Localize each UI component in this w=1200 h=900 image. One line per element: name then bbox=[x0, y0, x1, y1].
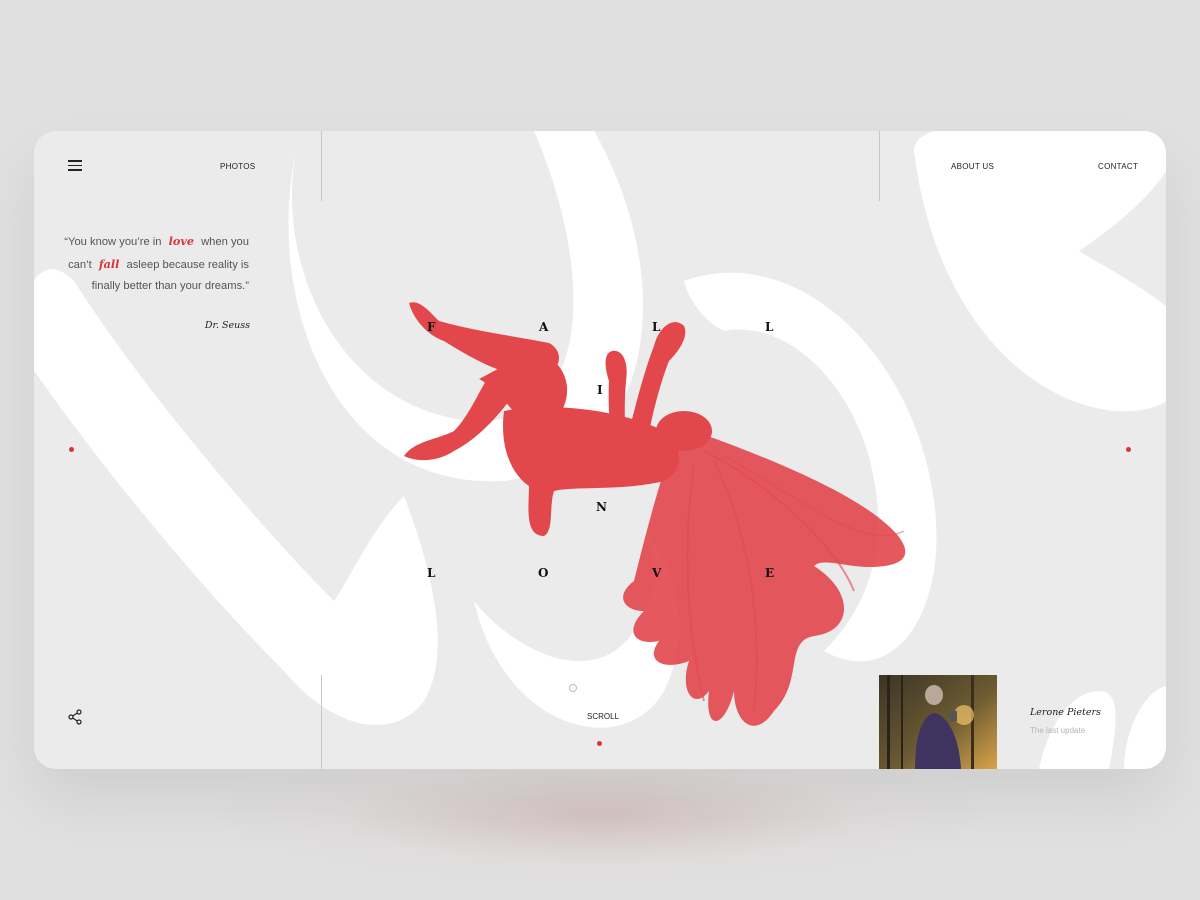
headline-letter-n: N bbox=[596, 500, 607, 514]
headline-letter-i: I bbox=[597, 383, 603, 397]
quote-highlight-love: love bbox=[168, 234, 194, 248]
quote-author: Dr. Seuss bbox=[204, 320, 250, 331]
quote-highlight-fall: fall bbox=[98, 256, 120, 271]
love-quote: “You know you’re in love when you can’t … bbox=[62, 231, 249, 298]
scroll-indicator-dot bbox=[597, 741, 602, 746]
headline-letter-f: F bbox=[427, 320, 436, 334]
scroll-ring-icon bbox=[569, 684, 577, 692]
hero-card: PHOTOS ABOUT US CONTACT “You know you’re… bbox=[34, 131, 1166, 769]
divider-top-left bbox=[321, 131, 322, 201]
divider-top-right bbox=[879, 131, 880, 201]
headline-letter-l3: L bbox=[427, 566, 436, 580]
nav-photos[interactable]: PHOTOS bbox=[220, 162, 255, 171]
headline-letter-o: O bbox=[538, 566, 549, 580]
right-indicator-dot bbox=[1126, 447, 1131, 452]
divider-bottom-left bbox=[321, 675, 322, 769]
headline-letter-l2: L bbox=[765, 320, 774, 334]
headline-letter-v: V bbox=[652, 566, 662, 580]
left-indicator-dot bbox=[69, 447, 74, 452]
share-icon[interactable] bbox=[68, 709, 82, 725]
scroll-label[interactable]: SCROLL bbox=[587, 712, 619, 721]
quote-text-1: “You know you’re in bbox=[64, 236, 162, 248]
headline-letter-e: E bbox=[765, 566, 775, 580]
featured-author-name: Lerone Pieters bbox=[1030, 707, 1101, 718]
falling-woman-illustration bbox=[404, 302, 906, 726]
hamburger-menu-icon[interactable] bbox=[68, 160, 82, 171]
headline-letter-l1: L bbox=[652, 320, 661, 334]
nav-contact[interactable]: CONTACT bbox=[1098, 162, 1138, 171]
headline-letter-a: A bbox=[539, 320, 549, 334]
nav-about-us[interactable]: ABOUT US bbox=[951, 162, 994, 171]
featured-photo-thumbnail[interactable] bbox=[879, 675, 997, 769]
featured-caption: The last update bbox=[1030, 726, 1086, 735]
